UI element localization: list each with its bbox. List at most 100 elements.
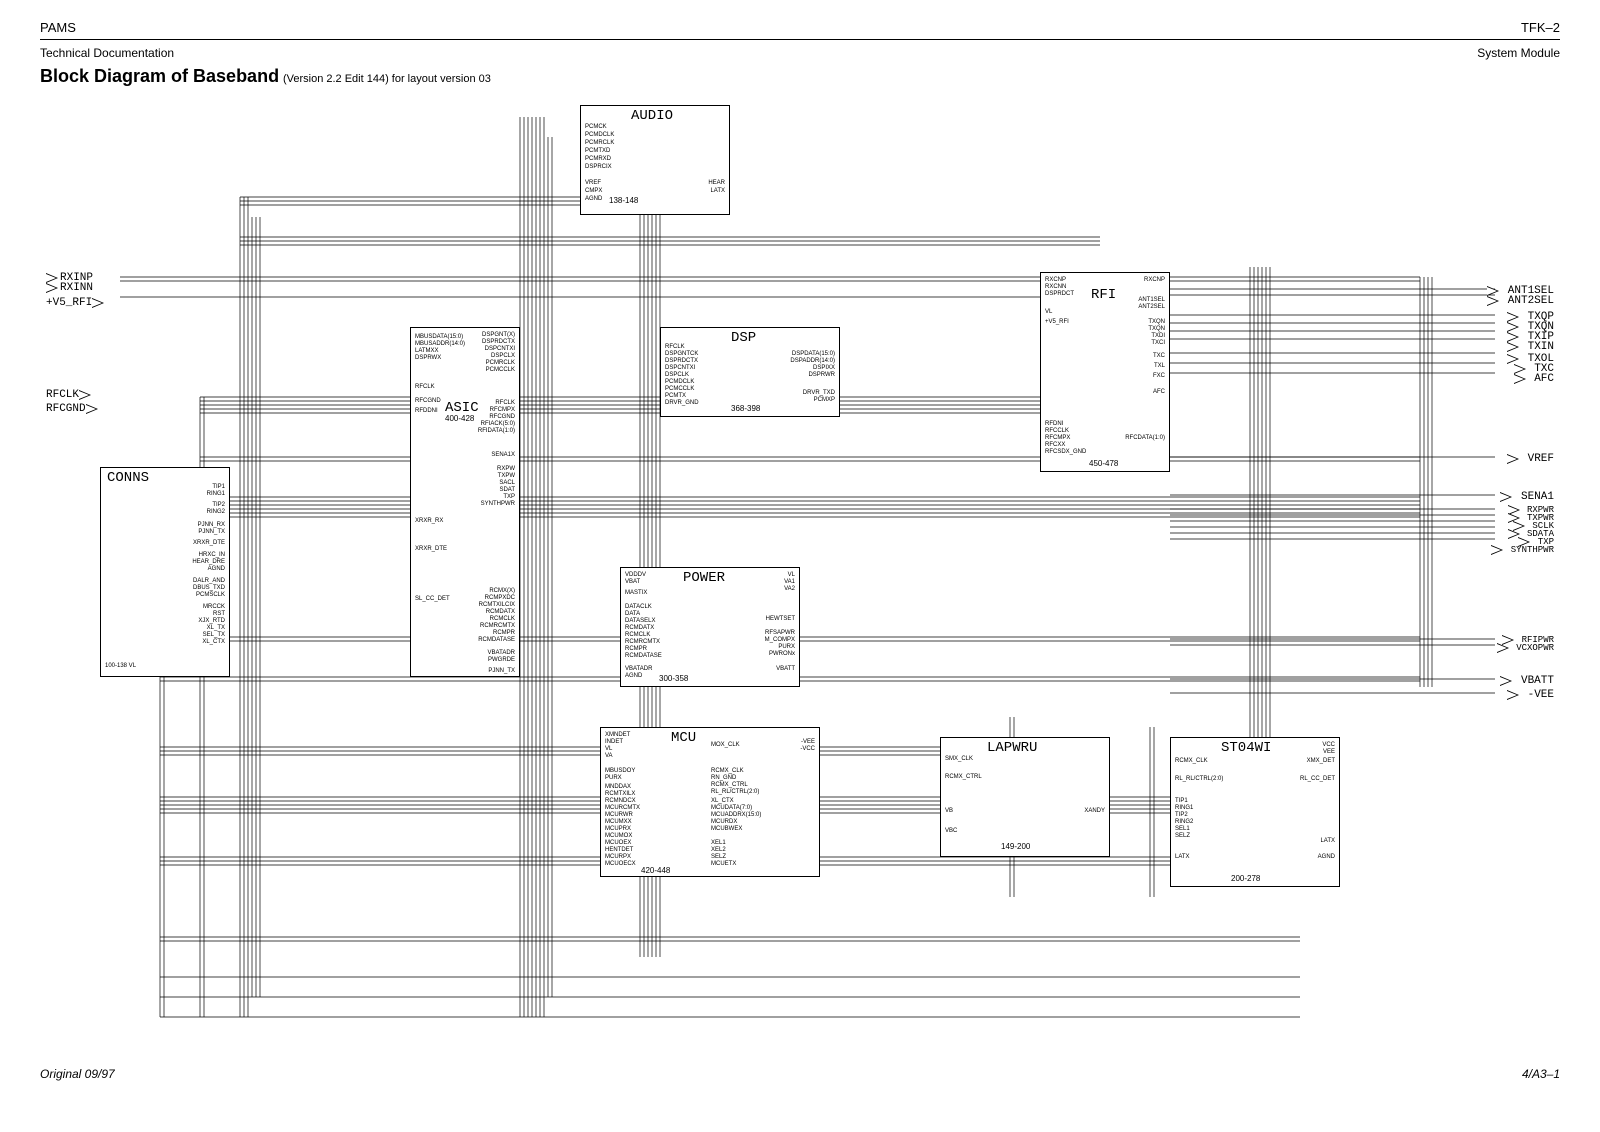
pin-mcu-c6: MCUDATA(7:0) xyxy=(711,805,752,811)
pin-conns-12: PCMSCLK xyxy=(196,592,225,598)
pin-dsp-3: DSPCNTXI xyxy=(665,365,695,371)
pin-mcu-0: XMNDET xyxy=(605,732,630,738)
pin-asic-l8: XRXR_DTE xyxy=(415,546,447,552)
pin-asic-r10: RFIACK(5:0) xyxy=(481,421,515,427)
pin-audio-hear: HEAR xyxy=(708,180,725,186)
pin-audio-vref: VREF xyxy=(585,180,601,186)
pin-rfi-r5: TXDI xyxy=(1151,333,1165,339)
pin-power-r6: PURX xyxy=(778,644,795,650)
pin-dsp-2: DSPRDCTX xyxy=(665,358,698,364)
pin-lap-1: RCMX_CTRL xyxy=(945,774,982,780)
pin-mcu-c0: MOX_CLK xyxy=(711,742,740,748)
pin-power-5: DATASELX xyxy=(625,618,655,624)
divider-top xyxy=(40,39,1560,40)
pin-asic-l5: RFCGND xyxy=(415,398,441,404)
pin-st-6: SEL1 xyxy=(1175,826,1190,832)
pin-mcu-11: MCUMXX xyxy=(605,819,632,825)
pin-rfi-1: RXCNN xyxy=(1045,284,1066,290)
block-mcu: MCU XMNDET INDET VL VA MBUSDOY PURX MNDD… xyxy=(600,727,820,877)
footer-left: Original 09/97 xyxy=(40,1067,115,1081)
pin-power-8: RCMRCMTX xyxy=(625,639,660,645)
pin-rfi-r8: TXL xyxy=(1154,363,1165,369)
pin-st-8: LATX xyxy=(1175,854,1190,860)
pin-mcu-c11: XEL2 xyxy=(711,847,726,853)
pin-asic-r7: RFCLK xyxy=(495,400,515,406)
pin-txin: TXIN xyxy=(1507,341,1554,353)
pin-power-7: RCMCLK xyxy=(625,632,650,638)
pin-audio-pcmrxd: PCMRXD xyxy=(585,156,611,162)
pin-mcu-c5: XL_CTX xyxy=(711,798,734,804)
pin-asic-r13: SENA1X xyxy=(491,452,515,458)
page-title: Block Diagram of Baseband (Version 2.2 E… xyxy=(40,66,1560,87)
pin-mcu-c7: MCUADDRX(15:0) xyxy=(711,812,761,818)
pin-afc: AFC xyxy=(1514,373,1554,385)
pin-power-12: AGND xyxy=(625,673,642,679)
pin-conns-15: XJX_RTD xyxy=(198,618,225,624)
pin-conns-16: XL_TX xyxy=(207,625,225,631)
title-light: (Version 2.2 Edit 144) for layout versio… xyxy=(283,73,491,85)
pin-rfi-r6: TXCI xyxy=(1151,340,1165,346)
pin-mcu-c10: XEL1 xyxy=(711,840,726,846)
pin-power-10: RCMDATASE xyxy=(625,653,662,659)
label-audio: AUDIO xyxy=(631,108,673,124)
label-mcu: MCU xyxy=(671,730,696,746)
block-dsp: DSP RFCLK DSPGNTCK DSPRDCTX DSPCNTXI DSP… xyxy=(660,327,840,417)
pin-conns-7: HRXC_IN xyxy=(199,552,225,558)
footer-right: 4/A3–1 xyxy=(1522,1067,1560,1081)
title-bold: Block Diagram of Baseband xyxy=(40,66,279,86)
pin-mcu-2: VL xyxy=(605,746,612,752)
pin-asic-r15: TXPW xyxy=(498,473,515,479)
pin-rfi-r7: TXC xyxy=(1153,353,1165,359)
pin-dsp-6: PCMCCLK xyxy=(665,386,694,392)
pin-power-2: MASTIX xyxy=(625,590,647,596)
pin-conns-14: RST xyxy=(213,611,225,617)
pin-vee: -VEE xyxy=(1507,689,1554,701)
pin-mcu-c12: SELZ xyxy=(711,854,726,860)
pin-sena1: SENA1 xyxy=(1500,491,1554,503)
pin-audio-pcmdclk: PCMDCLK xyxy=(585,132,614,138)
pin-asic-r16: SACL xyxy=(499,480,515,486)
pin-rfi-r2: ANT2SEL xyxy=(1138,304,1165,310)
pin-asic-l2: LATMXX xyxy=(415,348,439,354)
pin-vref: VREF xyxy=(1507,453,1554,465)
pin-audio-pcmck: PCMCK xyxy=(585,124,607,130)
pin-conns-17: SEL_TX xyxy=(203,632,225,638)
pin-power-r5: M_COMPX xyxy=(765,637,795,643)
pin-mcu-10: MCURWR xyxy=(605,812,633,818)
pin-mcu-12: MCUPRX xyxy=(605,826,631,832)
range-lapwru: 149-200 xyxy=(1001,842,1030,851)
pin-asic-r17: SDAT xyxy=(499,487,515,493)
pin-rfi-6: +V5_RFI xyxy=(1045,319,1069,325)
pin-conns-11: DBUS_TXD xyxy=(193,585,225,591)
pin-dsp-r2: DSPIXX xyxy=(813,365,835,371)
pin-power-r4: RFSAPWR xyxy=(765,630,795,636)
pin-asic-r0: DSPGNT(X) xyxy=(482,332,515,338)
pin-rfi-2: DSPRDCT xyxy=(1045,291,1074,297)
pin-vbatt: VBATT xyxy=(1500,675,1554,687)
range-mcu: 420-448 xyxy=(641,866,670,875)
pin-audio-pcmtxd: PCMTXD xyxy=(585,148,610,154)
pin-audio-latx: LATX xyxy=(710,188,725,194)
block-conns: CONNS TIP1 RING1 TIP2 RING2 PJNN_RX PJNN… xyxy=(100,467,230,677)
pin-mcu-5: PURX xyxy=(605,775,622,781)
pin-mcu-c3: RCMX_CTRL xyxy=(711,782,748,788)
pin-conns-13: MRCCK xyxy=(203,604,225,610)
pin-power-0: VDDDV xyxy=(625,572,646,578)
pin-asic-r11: RFIDATA(1:0) xyxy=(478,428,515,434)
pin-st-r4: LATX xyxy=(1320,838,1335,844)
pin-asic-r2: DSPCNTXI xyxy=(485,346,515,352)
pin-power-r1: VA1 xyxy=(784,579,795,585)
pin-power-6: RCMDATX xyxy=(625,625,654,631)
pin-lap-r0: XANDY xyxy=(1084,808,1105,814)
pin-lap-3: VBC xyxy=(945,828,957,834)
pin-synthpwr: SYNTHPWR xyxy=(1491,545,1554,555)
block-rfi: RFI RXCNP RXCNN DSPRDCT VL +V5_RFI RXCNP… xyxy=(1040,272,1170,472)
pin-rfi-b1: RFCCLK xyxy=(1045,428,1069,434)
pin-rfi-r3: TXQN xyxy=(1148,319,1165,325)
label-dsp: DSP xyxy=(731,330,756,346)
pin-ant2sel: ANT2SEL xyxy=(1487,295,1554,307)
pin-dsp-r3: DSPRWR xyxy=(808,372,835,378)
block-st04wi: ST04WI RCMX_CLK RL_RL/CTRL(2:0) TIP1 RIN… xyxy=(1170,737,1340,887)
pin-rfi-r1: ANT1SEL xyxy=(1138,297,1165,303)
pin-asic-l1: MBUSADDR(14:0) xyxy=(415,341,465,347)
